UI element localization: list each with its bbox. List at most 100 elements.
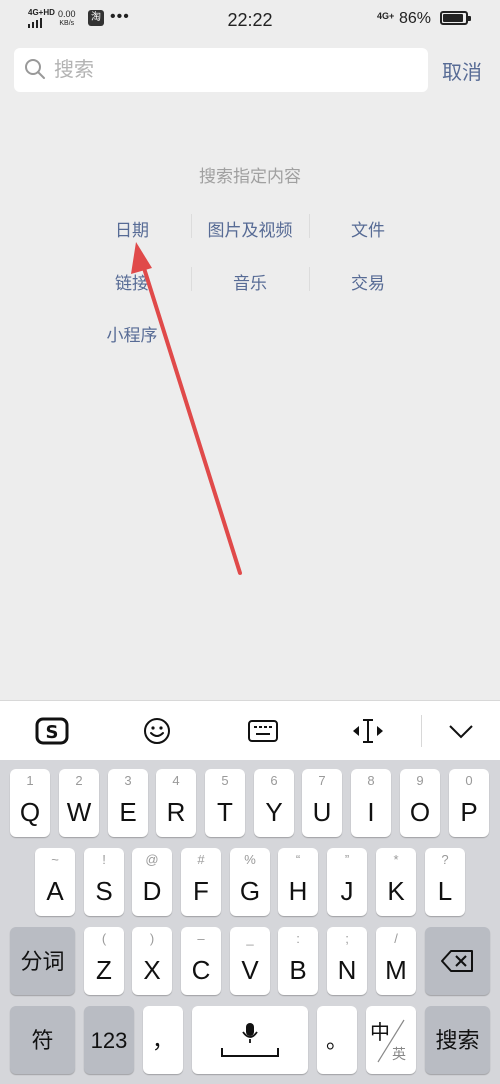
key-char: U — [312, 797, 332, 827]
key-s[interactable]: ! S — [84, 848, 124, 916]
key-y[interactable]: 6Y — [254, 769, 294, 837]
key-sub: ! — [102, 852, 106, 867]
category-mini-programs[interactable]: 小程序 — [73, 321, 191, 346]
key-h[interactable]: “H — [278, 848, 318, 916]
space-bar-icon — [221, 1048, 279, 1057]
key-char: N — [337, 955, 357, 985]
key-sub: ; — [345, 931, 349, 946]
key-char: Z — [96, 955, 112, 985]
language-switch-key[interactable]: 中 英 — [366, 1006, 416, 1074]
status-bar: 4G+HD 0.00 KB/s 淘 ••• 22:22 4G+ 86% — [0, 0, 500, 40]
key-r[interactable]: 4R — [156, 769, 196, 837]
key-char: M — [385, 955, 407, 985]
key-char: O — [409, 797, 431, 827]
key-sub: 1 — [26, 773, 34, 788]
period-key[interactable]: 。 — [317, 1006, 357, 1074]
key-sub: – — [197, 931, 205, 946]
key-sub: 0 — [465, 773, 473, 788]
key-c[interactable]: – C — [181, 927, 221, 995]
key-k[interactable]: * K — [376, 848, 416, 916]
category-music[interactable]: 音乐 — [191, 269, 309, 294]
key-char: X — [143, 955, 161, 985]
key-sub: 9 — [416, 773, 424, 788]
key-j[interactable]: ” J — [327, 848, 367, 916]
category-links[interactable]: 链接 — [73, 269, 191, 294]
keyboard-icon[interactable] — [243, 711, 283, 751]
key-g[interactable]: % G — [230, 848, 270, 916]
key-char: P — [460, 797, 478, 827]
key-char: Y — [265, 797, 283, 827]
space-key[interactable] — [192, 1006, 308, 1074]
key-i[interactable]: 8I — [351, 769, 391, 837]
key-sub: ? — [441, 852, 449, 867]
symbols-key[interactable]: 符 — [10, 1006, 75, 1074]
symbols-key-label: 符 — [31, 1028, 54, 1053]
key-t[interactable]: 5T — [205, 769, 245, 837]
category-date[interactable]: 日期 — [73, 216, 191, 241]
key-char: H — [288, 876, 308, 906]
key-sub: 8 — [367, 773, 375, 788]
key-char: V — [241, 955, 259, 985]
key-b[interactable]: :B — [278, 927, 318, 995]
search-bar[interactable] — [14, 48, 428, 92]
comma-key-label: ， — [151, 1028, 174, 1053]
keyboard-toolbar: S — [0, 700, 500, 760]
key-z[interactable]: (Z — [84, 927, 124, 995]
key-sub: : — [296, 931, 300, 946]
key-char: T — [217, 797, 233, 827]
search-input[interactable] — [54, 48, 414, 92]
numbers-key[interactable]: 123 — [84, 1006, 134, 1074]
key-sub: 5 — [221, 773, 229, 788]
keyboard: 1Q 2W 3E 4R 5T 6Y 7U 8I 9O 0P ~ A ! S @ D #… — [0, 760, 500, 1084]
key-sub: _ — [246, 931, 254, 946]
key-v[interactable]: _ V — [230, 927, 270, 995]
key-sub: ) — [149, 931, 155, 946]
key-w[interactable]: 2W — [59, 769, 99, 837]
key-char: D — [142, 876, 162, 906]
microphone-icon — [242, 1023, 258, 1043]
key-char: L — [437, 876, 453, 906]
key-e[interactable]: 3E — [108, 769, 148, 837]
cancel-button[interactable]: 取消 — [442, 56, 482, 85]
key-char: Q — [19, 797, 41, 827]
search-icon — [25, 59, 45, 79]
key-sub: ( — [101, 931, 107, 946]
key-char: K — [387, 876, 405, 906]
key-a[interactable]: ~ A — [35, 848, 75, 916]
key-f[interactable]: # F — [181, 848, 221, 916]
key-char: W — [66, 797, 92, 827]
segment-key[interactable]: 分词 — [10, 927, 75, 995]
key-l[interactable]: ? L — [425, 848, 465, 916]
search-key[interactable]: 搜索 — [425, 1006, 490, 1074]
category-images-videos[interactable]: 图片及视频 — [191, 216, 309, 241]
key-n[interactable]: ; N — [327, 927, 367, 995]
period-key-label: 。 — [325, 1028, 348, 1053]
key-sub: ~ — [51, 852, 59, 867]
key-sub: / — [394, 931, 398, 946]
search-key-label: 搜索 — [435, 1028, 480, 1053]
network-type: 4G+ — [377, 11, 395, 21]
emoji-icon[interactable] — [137, 711, 177, 751]
category-transactions[interactable]: 交易 — [309, 269, 427, 294]
toolbar-divider — [421, 715, 422, 747]
battery-icon — [440, 11, 471, 25]
key-o[interactable]: 9O — [400, 769, 440, 837]
slash-icon — [377, 1019, 405, 1063]
key-p[interactable]: 0P — [449, 769, 489, 837]
key-u[interactable]: 7U — [302, 769, 342, 837]
key-d[interactable]: @ D — [132, 848, 172, 916]
key-sub: 4 — [172, 773, 180, 788]
sogou-logo-icon[interactable]: S — [32, 711, 72, 751]
key-char: I — [367, 797, 375, 827]
key-char: A — [46, 876, 64, 906]
search-hint: 搜索指定内容 — [199, 167, 301, 186]
comma-key[interactable]: ， — [143, 1006, 183, 1074]
key-char: S — [95, 876, 113, 906]
backspace-key[interactable] — [425, 927, 490, 995]
category-files[interactable]: 文件 — [309, 216, 427, 241]
cursor-icon[interactable] — [348, 711, 388, 751]
collapse-keyboard-icon[interactable] — [441, 711, 481, 751]
key-q[interactable]: 1Q — [10, 769, 50, 837]
key-x[interactable]: ) X — [132, 927, 172, 995]
key-m[interactable]: / M — [376, 927, 416, 995]
